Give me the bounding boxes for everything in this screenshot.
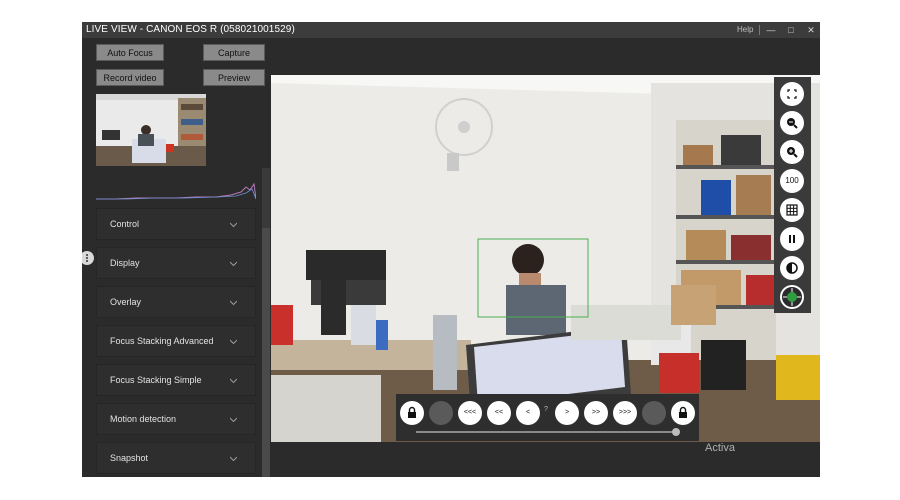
- zoom-100-icon[interactable]: 100: [780, 169, 804, 193]
- panel-motion-detection-label: Motion detection: [110, 414, 177, 424]
- scrollbar-thumb[interactable]: [262, 228, 270, 477]
- focus-slider-handle[interactable]: [672, 428, 680, 436]
- panel-display-label: Display: [110, 258, 140, 268]
- auto-focus-button[interactable]: Auto Focus: [96, 44, 164, 61]
- chevron-down-icon: [230, 378, 237, 384]
- chevron-down-icon: [230, 300, 237, 306]
- nav-forward-far-button[interactable]: >>>: [613, 401, 637, 425]
- lock-icon[interactable]: [400, 401, 424, 425]
- chevron-down-icon: [230, 456, 237, 462]
- panel-focus-stacking-simple[interactable]: Focus Stacking Simple: [96, 364, 256, 396]
- nav-forward-button[interactable]: >: [555, 401, 579, 425]
- nav-back-button[interactable]: <: [516, 401, 540, 425]
- nav-back-mid-button[interactable]: <<: [487, 401, 511, 425]
- titlebar-separator: [759, 25, 760, 35]
- panel-overlay-label: Overlay: [110, 297, 142, 307]
- sidebar-scrollbar[interactable]: [262, 168, 270, 477]
- watermark-text: Activa: [705, 442, 735, 454]
- live-view-window: LIVE VIEW - CANON EOS R (058021001529) H…: [82, 22, 820, 477]
- help-link[interactable]: Help: [737, 22, 753, 38]
- histogram: [96, 172, 256, 200]
- panel-snapshot-label: Snapshot: [110, 453, 149, 463]
- panel-focus-stacking-simple-label: Focus Stacking Simple: [110, 375, 202, 385]
- panel-snapshot[interactable]: Snapshot: [96, 442, 256, 474]
- panel-focus-stacking-advanced[interactable]: Focus Stacking Advanced: [96, 325, 256, 357]
- live-view-image[interactable]: [271, 75, 820, 442]
- zoom-out-icon[interactable]: [780, 111, 804, 135]
- grid-icon[interactable]: [780, 198, 804, 222]
- panel-focus-stacking-advanced-label: Focus Stacking Advanced: [110, 336, 214, 346]
- maximize-icon[interactable]: □: [784, 22, 798, 38]
- chevron-down-icon: [230, 417, 237, 423]
- lock-icon[interactable]: [671, 401, 695, 425]
- nav-back-far-button[interactable]: <<<: [458, 401, 482, 425]
- focus-slider[interactable]: [416, 431, 677, 433]
- splitter-handle-icon[interactable]: [82, 251, 94, 265]
- exposure-icon[interactable]: [780, 256, 804, 280]
- panel-display[interactable]: Display: [96, 247, 256, 279]
- panel-motion-detection[interactable]: Motion detection: [96, 403, 256, 435]
- live-thumbnail: [96, 94, 206, 166]
- record-video-button[interactable]: Record video: [96, 69, 164, 86]
- preview-button[interactable]: Preview: [203, 69, 265, 86]
- panel-overlay[interactable]: Overlay: [96, 286, 256, 318]
- close-icon[interactable]: ✕: [804, 22, 818, 38]
- panel-control-label: Control: [110, 219, 140, 229]
- pause-icon[interactable]: [780, 227, 804, 251]
- title-bar: LIVE VIEW - CANON EOS R (058021001529) H…: [82, 22, 820, 38]
- capture-button[interactable]: Capture: [203, 44, 265, 61]
- zoom-in-icon[interactable]: [780, 140, 804, 164]
- focus-target-icon[interactable]: [780, 285, 804, 309]
- fullscreen-icon[interactable]: [780, 82, 804, 106]
- window-title: LIVE VIEW - CANON EOS R (058021001529): [86, 24, 295, 35]
- minimize-icon[interactable]: —: [764, 22, 778, 38]
- nav-disabled-button[interactable]: [429, 401, 453, 425]
- focus-nav-bar: <<< << < ? > >> >>>: [396, 394, 699, 441]
- nav-disabled-button[interactable]: [642, 401, 666, 425]
- view-toolbar: 100: [774, 77, 811, 313]
- chevron-down-icon: [230, 339, 237, 345]
- panel-control[interactable]: Control: [96, 208, 256, 240]
- nav-step-indicator: ?: [544, 406, 548, 413]
- chevron-down-icon: [230, 222, 237, 228]
- chevron-down-icon: [230, 261, 237, 267]
- nav-forward-mid-button[interactable]: >>: [584, 401, 608, 425]
